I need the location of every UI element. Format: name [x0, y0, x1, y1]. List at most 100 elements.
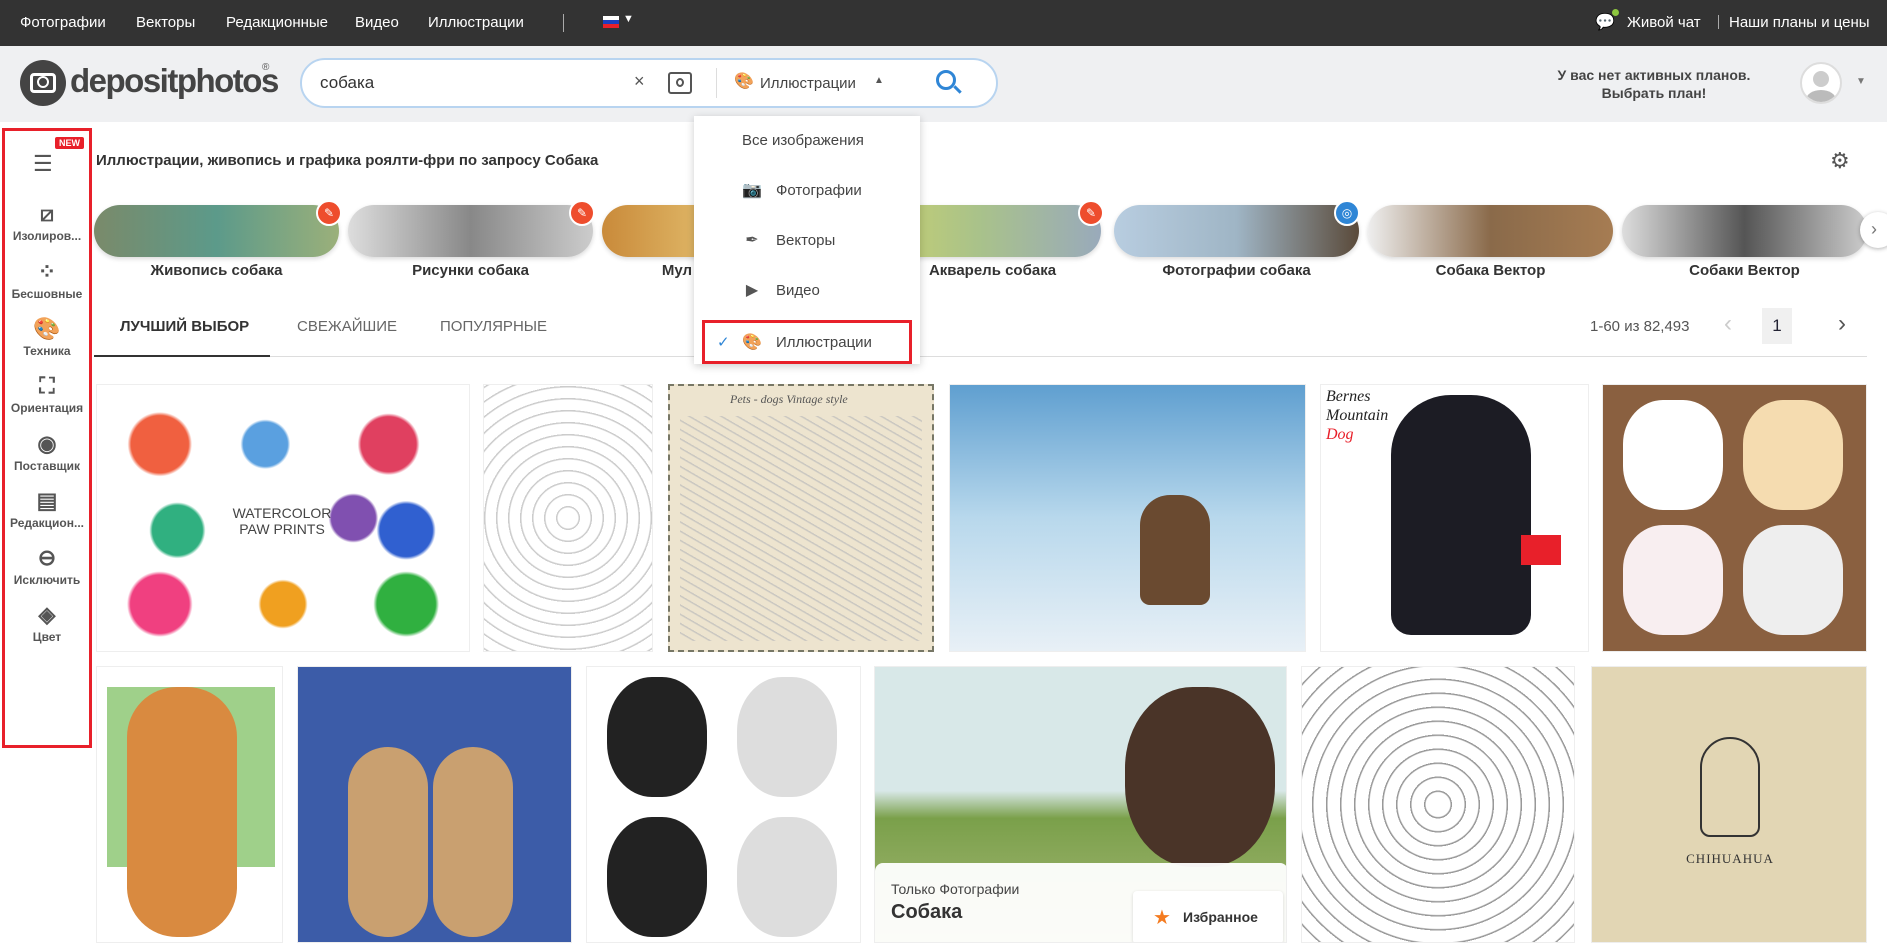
filter-orientation[interactable]: ⛶ Ориентация: [5, 373, 89, 415]
account-chevron-icon[interactable]: ▼: [1856, 76, 1866, 87]
tabs-divider: [94, 356, 1867, 357]
plan-line2: Выбрать план!: [1601, 85, 1707, 101]
tab-best[interactable]: ЛУЧШИЙ ВЫБОР: [120, 318, 249, 335]
favorites-label: Избранное: [1183, 909, 1258, 925]
clear-icon[interactable]: ×: [634, 71, 645, 92]
filter-color[interactable]: ◈ Цвет: [5, 602, 89, 644]
palette-icon: 🎨: [734, 73, 754, 90]
filter-seamless[interactable]: ⁘ Бесшовные: [5, 259, 89, 301]
chip-vector[interactable]: [1368, 205, 1613, 257]
palette-icon: 🎨: [742, 334, 762, 351]
seamless-icon: ⁘: [37, 259, 57, 284]
prev-page-icon[interactable]: ‹: [1724, 310, 1732, 338]
gear-icon[interactable]: ⚙: [1830, 148, 1850, 174]
nav-editorial[interactable]: Редакционные: [226, 14, 328, 31]
dropdown-item-vectors[interactable]: ✒ Векторы: [694, 220, 920, 260]
result-image-dog-stickers[interactable]: [1602, 384, 1867, 652]
plans-link[interactable]: Наши планы и цены: [1729, 14, 1870, 31]
label: Все изображения: [742, 131, 864, 149]
dropdown-item-photos[interactable]: 📷 Фотографии: [694, 170, 920, 210]
plan-line1: У вас нет активных планов.: [1557, 67, 1751, 83]
palette-icon: 🎨: [33, 316, 61, 341]
promo-subtitle: Только Фотографии: [891, 881, 1020, 897]
pen-nib-icon: ✒: [745, 232, 759, 249]
search-type-dropdown: Все изображения 📷 Фотографии ✒ Векторы ▶ Ви…: [694, 116, 920, 364]
tag-minus-icon: ⊖: [37, 545, 57, 570]
results-count: 1-60 из 82,493: [1590, 318, 1690, 335]
filter-exclude[interactable]: ⊖ Исключить: [5, 545, 89, 587]
star-icon: ★: [1153, 907, 1171, 929]
filter-isolated[interactable]: ⧄ Изолиров...: [5, 201, 89, 243]
logo-text[interactable]: depositphotos: [70, 62, 279, 100]
chip-photos[interactable]: [1114, 205, 1359, 257]
menu-icon[interactable]: ☰: [33, 151, 53, 177]
image-text: WATERCOLOR PAW PRINTS: [232, 505, 332, 537]
chevron-down-icon[interactable]: ▼: [623, 13, 634, 25]
nav-vectors[interactable]: Векторы: [136, 14, 195, 31]
nav-video[interactable]: Видео: [355, 14, 399, 31]
divider: [716, 68, 717, 98]
search-icon[interactable]: [936, 70, 962, 94]
search-input[interactable]: собака: [320, 73, 374, 93]
brush-icon: ✎: [569, 200, 595, 226]
label: Фотографии: [776, 181, 862, 199]
result-image-vintage-dogs[interactable]: Pets - dogs Vintage style: [668, 384, 934, 652]
dropdown-item-all[interactable]: Все изображения: [694, 120, 920, 160]
dropdown-item-video[interactable]: ▶ Видео: [694, 270, 920, 310]
chip-label: Собаки Вектор: [1689, 262, 1800, 279]
result-image-dog-portraits[interactable]: [1301, 666, 1575, 943]
isolated-icon: ⧄: [40, 201, 54, 226]
nav-illustrations[interactable]: Иллюстрации: [428, 14, 524, 31]
logo-camera-icon[interactable]: [20, 60, 66, 106]
page-input[interactable]: 1: [1762, 308, 1792, 344]
result-image-dog-photo-promo[interactable]: Только Фотографии Собака ★ Избранное: [874, 666, 1287, 943]
result-image-winter-dogs[interactable]: [949, 384, 1306, 652]
image-text: Mountain: [1326, 407, 1389, 424]
divider: [563, 14, 564, 32]
dropdown-item-illustrations[interactable]: ✓ 🎨 Иллюстрации: [702, 320, 912, 364]
chip-label: Фотографии собака: [1162, 262, 1311, 279]
result-image-cinema-dogs[interactable]: [297, 666, 572, 943]
russian-flag-icon[interactable]: [603, 16, 619, 28]
search-bar: собака × 🎨 Иллюстрации ▲: [300, 58, 998, 108]
result-image-dogs-outline[interactable]: [483, 384, 653, 652]
caret-up-icon[interactable]: ▲: [874, 75, 884, 86]
divider: [1718, 15, 1719, 29]
paint-bucket-icon: ◈: [38, 602, 56, 627]
tab-newest[interactable]: СВЕЖАЙШИЕ: [297, 318, 397, 335]
image-text: CHIHUAHUA: [1686, 851, 1774, 866]
filter-sidebar: NEW ☰ ⧄ Изолиров... ⁘ Бесшовные 🎨 Техника ⛶…: [2, 128, 92, 748]
plan-notice[interactable]: У вас нет активных планов. Выбрать план!: [1544, 66, 1764, 102]
result-image-paw-prints[interactable]: WATERCOLOR PAW PRINTS: [96, 384, 470, 652]
image-text: Dog: [1326, 426, 1354, 443]
result-image-cartoon-dog[interactable]: [96, 666, 283, 943]
brush-icon: ✎: [316, 200, 342, 226]
check-icon: ✓: [717, 334, 730, 351]
play-icon: ▶: [745, 282, 759, 299]
camera-icon: ◎: [1334, 200, 1360, 226]
chip-vectors[interactable]: [1622, 205, 1867, 257]
filter-contributor[interactable]: ◉ Поставщик: [5, 431, 89, 473]
label: Иллюстрации: [776, 333, 872, 351]
tab-popular[interactable]: ПОПУЛЯРНЫЕ: [440, 318, 547, 335]
result-image-bernese[interactable]: Bernes Mountain Dog: [1320, 384, 1589, 652]
nav-photos[interactable]: Фотографии: [20, 14, 106, 31]
next-page-icon[interactable]: ›: [1838, 310, 1846, 338]
filter-technique[interactable]: 🎨 Техника: [5, 316, 89, 358]
chip-label: Собака Вектор: [1435, 262, 1546, 279]
result-image-chihuahua[interactable]: CHIHUAHUA: [1591, 666, 1867, 943]
search-type-select[interactable]: Иллюстрации: [760, 75, 856, 92]
chat-icon: 💬: [1595, 14, 1615, 31]
filter-editorial[interactable]: ▤ Редакцион...: [5, 488, 89, 530]
avatar[interactable]: [1800, 62, 1842, 104]
favorites-button[interactable]: ★ Избранное: [1133, 891, 1283, 942]
newspaper-icon: ▤: [36, 488, 58, 513]
orientation-icon: ⛶: [39, 373, 55, 398]
promo-title[interactable]: Собака: [891, 901, 962, 924]
result-image-puppies-kittens[interactable]: [586, 666, 861, 943]
chip-painting[interactable]: [94, 205, 339, 257]
camera-search-icon[interactable]: [668, 72, 692, 94]
chip-drawings[interactable]: [348, 205, 593, 257]
live-chat-link[interactable]: Живой чат: [1627, 14, 1701, 31]
label: Видео: [776, 281, 820, 299]
